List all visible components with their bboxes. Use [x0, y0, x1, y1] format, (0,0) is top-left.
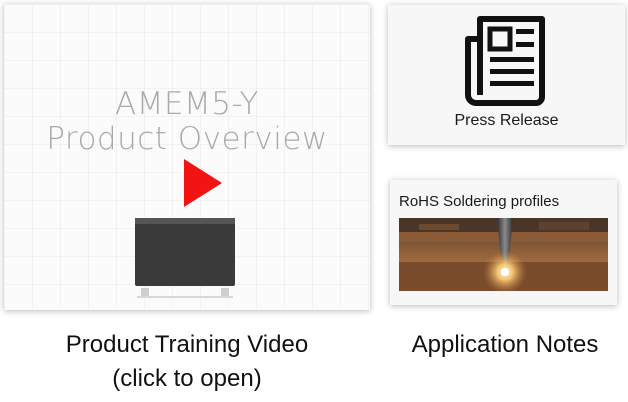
stage: AMEM5-Y Product Overview Press Release R…: [0, 0, 628, 402]
video-caption-hint: (click to open): [112, 365, 262, 392]
video-title-model: AMEM5-Y: [115, 86, 259, 122]
video-caption-title: Product Training Video: [65, 331, 309, 358]
application-notes-caption: Application Notes: [411, 331, 599, 358]
play-icon[interactable]: [184, 159, 222, 207]
soldering-photo-drawing: [399, 218, 608, 291]
newspaper-icon: [465, 16, 545, 106]
product-training-video-thumbnail[interactable]: AMEM5-Y Product Overview: [4, 4, 370, 310]
press-release-card[interactable]: Press Release: [388, 5, 625, 145]
soldering-photo: [399, 218, 608, 291]
application-notes-card[interactable]: RoHS Soldering profiles: [390, 180, 617, 305]
video-title-overview: Product Overview: [46, 121, 328, 157]
rohs-soldering-heading: RoHS Soldering profiles: [399, 193, 560, 210]
press-release-label: Press Release: [454, 112, 559, 129]
video-caption: Product Training Video (click to open): [4, 328, 370, 396]
product-component-icon: [135, 218, 235, 298]
